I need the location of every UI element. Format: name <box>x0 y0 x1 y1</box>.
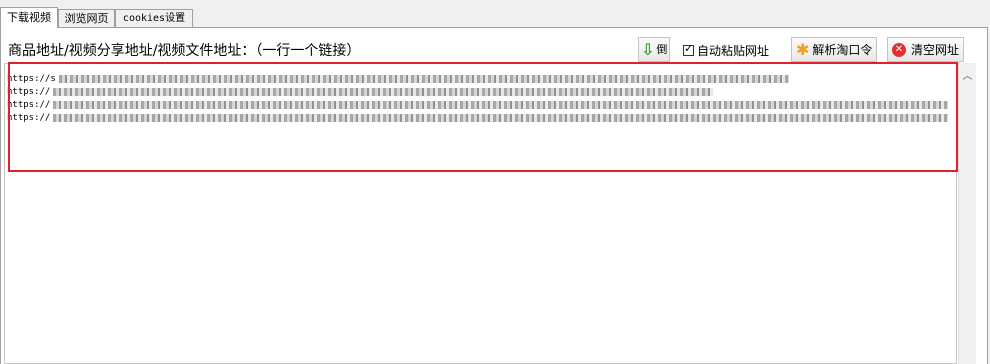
url-field-label: 商品地址/视频分享地址/视频文件地址：（一行一个链接） <box>8 43 361 59</box>
auto-paste-label: 自动粘贴网址 <box>697 44 770 58</box>
redacted-url <box>53 113 949 122</box>
parse-taokouling-button[interactable]: ✱ 解析淘口令 <box>791 37 877 62</box>
url-line: https://s <box>7 73 789 86</box>
tab-strip: 下载视频 浏览网页 cookies设置 <box>0 0 990 28</box>
redacted-url <box>58 74 789 83</box>
url-line-text: https:// <box>7 87 51 97</box>
download-panel: 商品地址/视频分享地址/视频文件地址：（一行一个链接） ⇩ 倒序 自动粘贴网址 … <box>0 28 988 364</box>
tab-browse-web[interactable]: 浏览网页 <box>58 9 115 27</box>
clear-urls-label: 清空网址 <box>910 43 959 57</box>
clear-urls-button[interactable]: ✕ 清空网址 <box>887 37 964 62</box>
vertical-scrollbar[interactable]: ︿ <box>958 63 976 364</box>
url-line-text: https:// <box>7 100 51 110</box>
url-line: https:// <box>7 86 714 99</box>
clear-x-icon: ✕ <box>892 42 906 57</box>
redacted-url <box>53 100 949 109</box>
url-line-text: https://s <box>7 74 56 84</box>
checkbox-checked-icon[interactable] <box>683 43 694 56</box>
parse-taokouling-label: 解析淘口令 <box>812 43 873 57</box>
url-line-text: https:// <box>7 113 51 123</box>
invert-order-label: 倒序 <box>656 44 667 55</box>
tab-cookies-settings[interactable]: cookies设置 <box>115 9 193 27</box>
redacted-url <box>53 87 714 96</box>
auto-paste-checkbox[interactable]: 自动粘贴网址 <box>683 42 769 59</box>
scroll-up-arrow-icon[interactable]: ︿ <box>959 67 976 82</box>
url-line: https:// <box>7 112 949 125</box>
arrow-down-icon: ⇩ <box>641 40 655 59</box>
url-textarea[interactable]: https://s https:// https:// https:// <box>4 63 957 364</box>
sparkle-icon: ✱ <box>796 39 810 59</box>
url-line: https:// <box>7 99 949 112</box>
invert-order-button[interactable]: ⇩ 倒序 <box>638 37 670 62</box>
tab-download-video[interactable]: 下载视频 <box>0 7 58 28</box>
